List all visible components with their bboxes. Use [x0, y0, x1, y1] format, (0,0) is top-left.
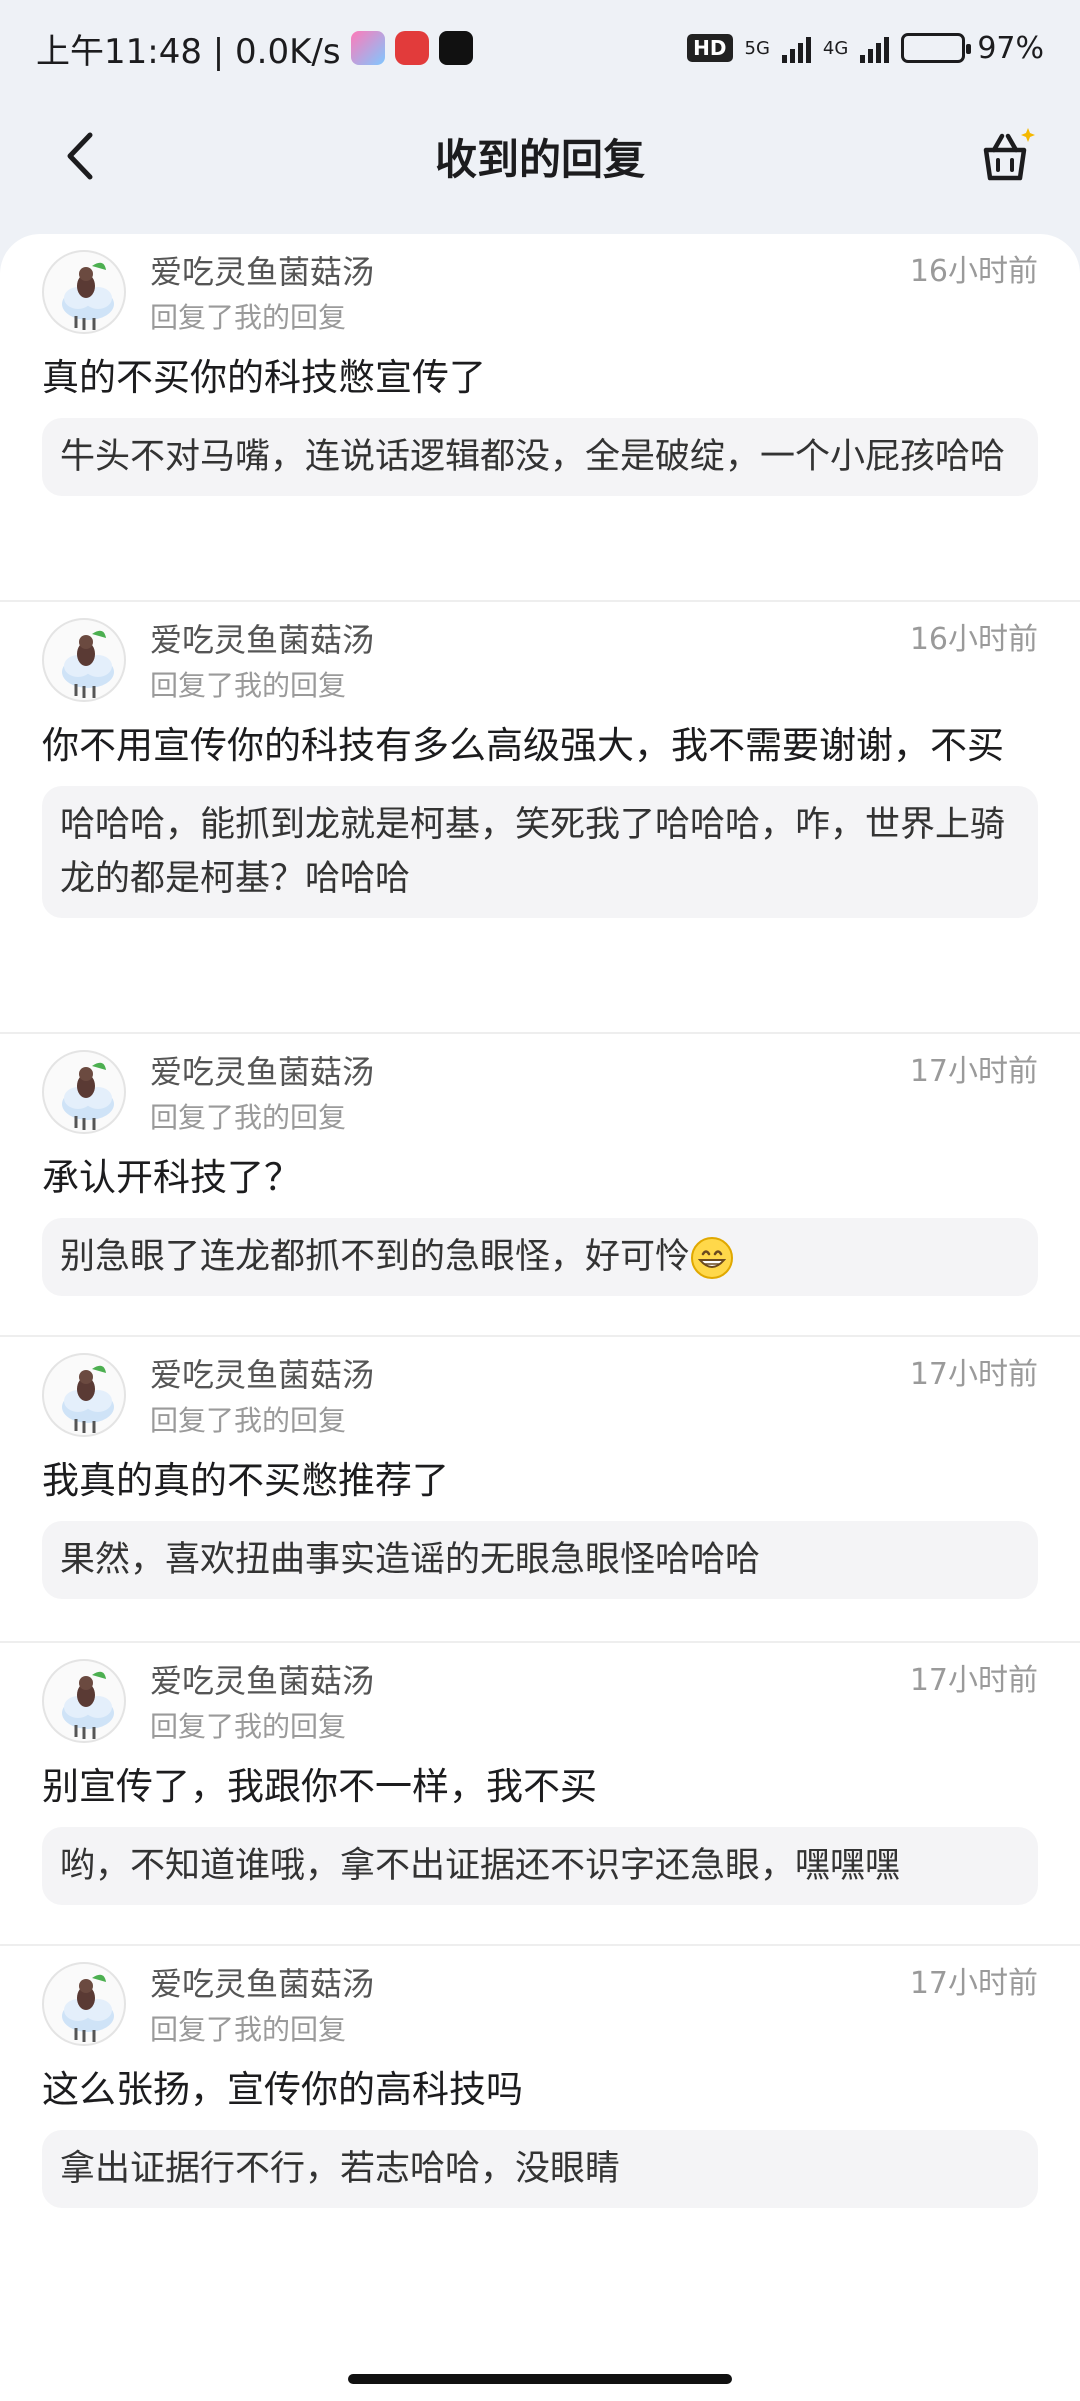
hd-badge: HD [687, 34, 733, 62]
reply-time: 17小时前 [909, 1357, 1038, 1392]
battery-icon [901, 33, 972, 63]
user-name[interactable]: 爱吃灵鱼菌菇汤 [150, 1353, 910, 1397]
reply-action-label: 回复了我的回复 [150, 301, 347, 334]
quoted-comment[interactable]: 哟，不知道谁哦，拿不出证据还不识字还急眼，嘿嘿嘿 [42, 1827, 1038, 1905]
reply-action-label: 回复了我的回复 [150, 1101, 347, 1134]
quoted-comment-text: 果然，喜欢扭曲事实造谣的无眼急眼怪哈哈哈 [60, 1540, 761, 1580]
avatar-image [62, 1062, 114, 1130]
capcut-app-icon [438, 31, 473, 65]
quoted-comment-text: 哈哈哈，能抓到龙就是柯基，笑死我了哈哈哈，咋，世界上骑龙的都是柯基？哈哈哈 [60, 805, 1006, 899]
reply-text[interactable]: 你不用宣传你的科技有多么高级强大，我不需要谢谢，不买 [42, 720, 1038, 772]
reply-card[interactable]: 爱吃灵鱼菌菇汤 回复了我的回复 17小时前 这么张扬，宣传你的高科技吗 拿出证据… [0, 1944, 1080, 2247]
game-app-icon [350, 31, 385, 65]
target-app-icon [394, 31, 429, 65]
avatar[interactable] [42, 618, 126, 702]
quoted-comment[interactable]: 拿出证据行不行，若志哈哈，没眼睛 [42, 2130, 1038, 2208]
reply-text[interactable]: 别宣传了，我跟你不一样，我不买 [42, 1761, 1038, 1813]
avatar[interactable] [42, 1050, 126, 1134]
basket-icon [983, 128, 1035, 181]
avatar[interactable] [42, 1962, 126, 2046]
reply-action-label: 回复了我的回复 [150, 669, 347, 702]
avatar[interactable] [42, 1353, 126, 1437]
reply-card[interactable]: 爱吃灵鱼菌菇汤 回复了我的回复 16小时前 真的不买你的科技憋宣传了 牛头不对马… [0, 234, 1080, 600]
quoted-comment[interactable]: 果然，喜欢扭曲事实造谣的无眼急眼怪哈哈哈 [42, 1521, 1038, 1599]
reply-action-label: 回复了我的回复 [150, 1404, 347, 1437]
chevron-left-icon [67, 132, 93, 180]
reply-time: 17小时前 [909, 1966, 1038, 2001]
avatar-image [62, 262, 114, 330]
avatar-image [62, 1671, 114, 1739]
reply-time: 17小时前 [909, 1054, 1038, 1089]
avatar[interactable] [42, 1659, 126, 1743]
reply-action-label: 回复了我的回复 [150, 1710, 347, 1743]
quoted-comment[interactable]: 哈哈哈，能抓到龙就是柯基，笑死我了哈哈哈，咋，世界上骑龙的都是柯基？哈哈哈 [42, 786, 1038, 918]
home-indicator[interactable] [348, 2374, 732, 2384]
reply-time: 16小时前 [909, 254, 1038, 289]
quoted-comment-text: 别急眼了连龙都抓不到的急眼怪，好可怜 [60, 1237, 691, 1277]
reply-card[interactable]: 爱吃灵鱼菌菇汤 回复了我的回复 17小时前 承认开科技了？ 别急眼了连龙都抓不到… [0, 1032, 1080, 1335]
reply-list: 爱吃灵鱼菌菇汤 回复了我的回复 16小时前 真的不买你的科技憋宣传了 牛头不对马… [0, 234, 1080, 2401]
reply-card[interactable]: 爱吃灵鱼菌菇汤 回复了我的回复 16小时前 你不用宣传你的科技有多么高级强大，我… [0, 600, 1080, 1032]
quoted-comment-text: 哟，不知道谁哦，拿不出证据还不识字还急眼，嘿嘿嘿 [60, 1846, 901, 1886]
user-name[interactable]: 爱吃灵鱼菌菇汤 [150, 618, 910, 662]
network-4g-label: 4G [822, 37, 849, 59]
user-name[interactable]: 爱吃灵鱼菌菇汤 [150, 250, 910, 294]
quoted-comment-text: 牛头不对马嘴，连说话逻辑都没，全是破绽，一个小屁孩哈哈 [60, 437, 1006, 477]
signal-4g-icon [860, 33, 890, 63]
user-name[interactable]: 爱吃灵鱼菌菇汤 [150, 1050, 910, 1094]
battery-percent: 97% [977, 30, 1044, 66]
page-title: 收到的回复 [434, 134, 645, 184]
avatar[interactable] [42, 250, 126, 334]
reply-text[interactable]: 我真的真的不买憋推荐了 [42, 1455, 1038, 1507]
user-name[interactable]: 爱吃灵鱼菌菇汤 [150, 1962, 910, 2006]
nav-bar: 收到的回复 [0, 96, 1080, 216]
network-5g-label: 5G [744, 37, 770, 59]
back-button[interactable] [48, 124, 112, 188]
avatar-image [62, 1365, 114, 1433]
reply-time: 17小时前 [909, 1663, 1038, 1698]
reply-text[interactable]: 这么张扬，宣传你的高科技吗 [42, 2064, 1038, 2116]
quoted-comment-text: 拿出证据行不行，若志哈哈，没眼睛 [60, 2149, 621, 2189]
status-time: 上午11:48 | 0.0K/s [36, 31, 341, 72]
reply-card[interactable]: 爱吃灵鱼菌菇汤 回复了我的回复 17小时前 我真的真的不买憋推荐了 果然，喜欢扭… [0, 1335, 1080, 1641]
signal-5g-icon [781, 33, 811, 63]
quoted-comment[interactable]: 别急眼了连龙都抓不到的急眼怪，好可怜 [42, 1218, 1038, 1296]
reply-card[interactable]: 爱吃灵鱼菌菇汤 回复了我的回复 17小时前 别宣传了，我跟你不一样，我不买 哟，… [0, 1641, 1080, 1944]
reply-text[interactable]: 承认开科技了？ [42, 1152, 1038, 1204]
reply-time: 16小时前 [909, 622, 1038, 657]
reply-action-label: 回复了我的回复 [150, 2013, 347, 2046]
clear-basket-button[interactable] [970, 122, 1040, 192]
grinning-emoji-icon [691, 1237, 734, 1279]
reply-text[interactable]: 真的不买你的科技憋宣传了 [42, 352, 1038, 404]
status-bar: 上午11:48 | 0.0K/s HD 5G 4G 97% [0, 0, 1080, 96]
user-name[interactable]: 爱吃灵鱼菌菇汤 [150, 1659, 910, 1703]
quoted-comment[interactable]: 牛头不对马嘴，连说话逻辑都没，全是破绽，一个小屁孩哈哈 [42, 418, 1038, 496]
avatar-image [62, 630, 114, 698]
avatar-image [62, 1974, 114, 2042]
